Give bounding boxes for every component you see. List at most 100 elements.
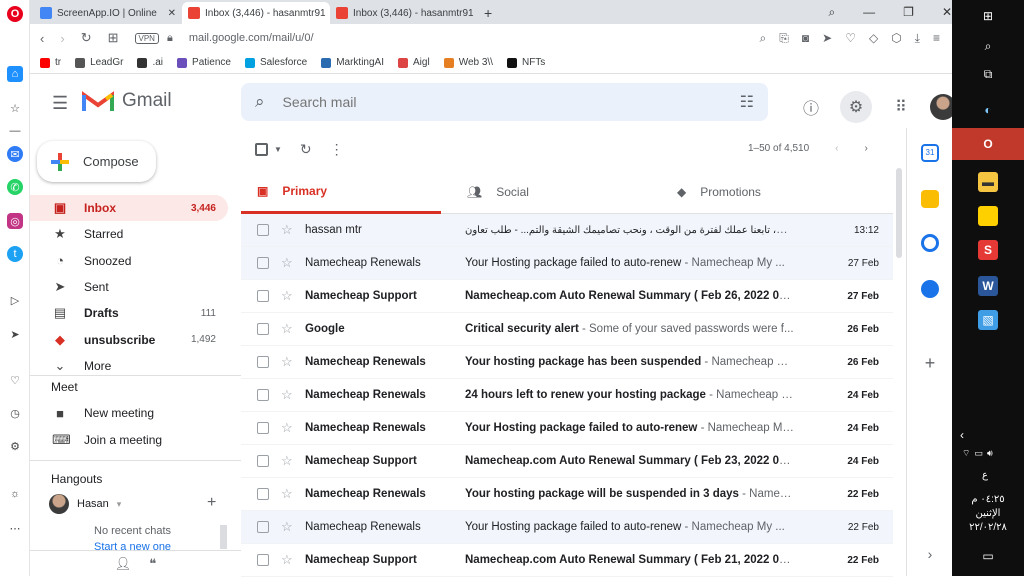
row-checkbox[interactable]	[257, 455, 269, 467]
cube-icon[interactable]: ⬡	[891, 31, 901, 46]
search-icon[interactable]: ⌕	[255, 92, 265, 112]
star-icon[interactable]: ☆	[281, 552, 295, 568]
keep-icon[interactable]	[921, 190, 939, 208]
minimize-icon[interactable]: —	[863, 5, 875, 19]
settings-icon[interactable]: ⚙	[7, 438, 23, 454]
row-checkbox[interactable]	[257, 521, 269, 533]
file-explorer-icon[interactable]: ▬	[978, 172, 998, 192]
star-icon[interactable]: ☆	[281, 255, 295, 271]
star-icon[interactable]: ☆	[281, 222, 295, 238]
join-meeting-link[interactable]: ⌨ Join a meeting	[30, 427, 228, 453]
bookmark-item[interactable]: Web 3\\	[443, 57, 493, 68]
tab-gmail-inbox[interactable]: Inbox (3,446) - hasanmtr91 ✕	[182, 2, 330, 24]
clock-time[interactable]: ٠٤:٢٥ م	[952, 494, 1024, 505]
list-scrollbar[interactable]	[896, 168, 902, 258]
row-checkbox[interactable]	[257, 422, 269, 434]
email-row[interactable]: ☆ Namecheap Renewals Your hosting package …	[241, 478, 893, 511]
new-tab-button[interactable]: +	[478, 2, 498, 24]
messenger-icon[interactable]: ✉	[7, 146, 23, 162]
vpn-badge[interactable]: VPN	[134, 32, 159, 44]
compose-button[interactable]: Compose	[37, 141, 156, 182]
task-view-icon[interactable]: ⧉	[978, 64, 998, 84]
contacts-icon[interactable]	[921, 280, 939, 298]
person-icon[interactable]: 👤︎	[115, 556, 132, 572]
send-icon[interactable]: ➤	[822, 31, 832, 46]
email-row[interactable]: ☆ Namecheap Support Namecheap.com Auto Ren…	[241, 280, 893, 313]
tab-gmail-inbox-2[interactable]: Inbox (3,446) - hasanmtr91 ✕	[330, 2, 478, 24]
star-icon[interactable]: ☆	[281, 453, 295, 469]
twitter-icon[interactable]: t	[7, 246, 23, 262]
opera-icon[interactable]: O	[978, 134, 998, 154]
add-addon-icon[interactable]: +	[921, 354, 939, 372]
bookmark-item[interactable]: NFTs	[506, 57, 545, 68]
search-icon[interactable]: ⌕	[828, 5, 835, 20]
next-page-icon[interactable]: ›	[865, 143, 868, 154]
player-icon[interactable]: ▷	[7, 292, 23, 308]
email-row[interactable]: ☆ Namecheap Support Namecheap.com Auto Ren…	[241, 544, 893, 577]
calendar-icon[interactable]: 31	[921, 144, 939, 162]
zoom-icon[interactable]: ⌕	[760, 31, 767, 46]
bookmark-item[interactable]: tr	[40, 57, 61, 68]
row-checkbox[interactable]	[257, 257, 269, 269]
back-icon[interactable]: ‹	[40, 31, 44, 46]
email-row[interactable]: ☆ hassan mtr مرحبا حسن، تابعنا عملك لفترة …	[241, 214, 893, 247]
email-row[interactable]: ☆ Google Critical security alert - Some of…	[241, 313, 893, 346]
filter-options-icon[interactable]: ☷	[740, 92, 754, 112]
whatsapp-icon[interactable]: ✆	[7, 179, 23, 195]
opera-logo-icon[interactable]: O	[7, 6, 23, 22]
language-indicator[interactable]: ع	[982, 470, 988, 481]
bookmark-item[interactable]: Patience	[177, 57, 231, 68]
add-chat-button[interactable]: +	[207, 494, 216, 512]
star-icon[interactable]: ☆	[281, 321, 295, 337]
star-icon[interactable]: ☆	[281, 387, 295, 403]
gmail-logo[interactable]: Gmail	[82, 89, 172, 113]
restore-icon[interactable]: ❐	[903, 5, 914, 19]
instagram-icon[interactable]: ◎	[7, 213, 23, 229]
search-icon[interactable]: ⌕	[978, 36, 998, 56]
apps-grid-icon[interactable]: ⠿	[890, 96, 912, 118]
new-meeting-link[interactable]: ■ New meeting	[30, 400, 228, 426]
email-row[interactable]: ☆ Namecheap Renewals Your hosting package …	[241, 346, 893, 379]
help-icon[interactable]: ⓘ	[800, 96, 822, 118]
sidebar-item-inbox[interactable]: ▣ Inbox 3,446	[30, 195, 228, 221]
more-vert-icon[interactable]: ⋮	[330, 141, 344, 158]
row-checkbox[interactable]	[257, 290, 269, 302]
row-checkbox[interactable]	[257, 323, 269, 335]
star-icon[interactable]: ☆	[281, 519, 295, 535]
star-icon[interactable]: ☆	[281, 288, 295, 304]
refresh-icon[interactable]: ↻	[300, 141, 312, 158]
notifications-icon[interactable]: ▭	[978, 546, 998, 566]
heart-icon[interactable]: ♡	[845, 31, 856, 46]
photos-icon[interactable]: ▧	[978, 310, 998, 330]
tabs-grid-icon[interactable]: ⊞	[108, 30, 119, 46]
row-checkbox[interactable]	[257, 224, 269, 236]
url-field[interactable]: mail.google.com/mail/u/0/	[189, 32, 314, 44]
select-all-checkbox[interactable]	[255, 142, 268, 156]
sidebar-item-unsubscribe[interactable]: ◆ unsubscribe 1,492	[30, 327, 228, 353]
send-icon[interactable]: ➤	[7, 326, 23, 342]
tab-screenapp[interactable]: ScreenApp.IO | Online ✕	[34, 2, 182, 24]
tab-promotions[interactable]: ◆ Promotions	[661, 170, 861, 214]
chevron-down-icon[interactable]: ▾	[117, 499, 122, 510]
snapshot-icon[interactable]: ⎘	[779, 31, 789, 46]
settings-gear-icon[interactable]: ⚙	[840, 91, 872, 123]
more-icon[interactable]: ⋯	[7, 520, 23, 536]
edge-icon[interactable]: ◐	[978, 100, 998, 120]
sticky-notes-icon[interactable]	[978, 206, 998, 226]
camera-icon[interactable]: ◙	[802, 31, 809, 46]
sidebar-item-snoozed[interactable]: ◔ Snoozed	[30, 248, 228, 274]
search-bar[interactable]: ⌕ ☷	[241, 83, 768, 121]
email-row[interactable]: ☆ Namecheap Renewals Your Hosting package …	[241, 247, 893, 280]
tab-social[interactable]: 👥︎ Social	[451, 170, 651, 214]
quote-bubble-icon[interactable]: ❝	[149, 556, 156, 572]
close-icon[interactable]: ✕	[942, 5, 952, 19]
bookmark-item[interactable]: Aigl	[398, 57, 430, 68]
star-icon[interactable]: ☆	[281, 354, 295, 370]
download-icon[interactable]: ⤓	[915, 31, 920, 46]
row-checkbox[interactable]	[257, 488, 269, 500]
reload-icon[interactable]: ↻	[81, 30, 92, 46]
email-row[interactable]: ☆ Namecheap Renewals Your Hosting package …	[241, 412, 893, 445]
sidebar-item-drafts[interactable]: ▤ Drafts 111	[30, 300, 228, 326]
star-icon[interactable]: ☆	[281, 486, 295, 502]
chevron-left-icon[interactable]: ‹	[960, 428, 964, 442]
